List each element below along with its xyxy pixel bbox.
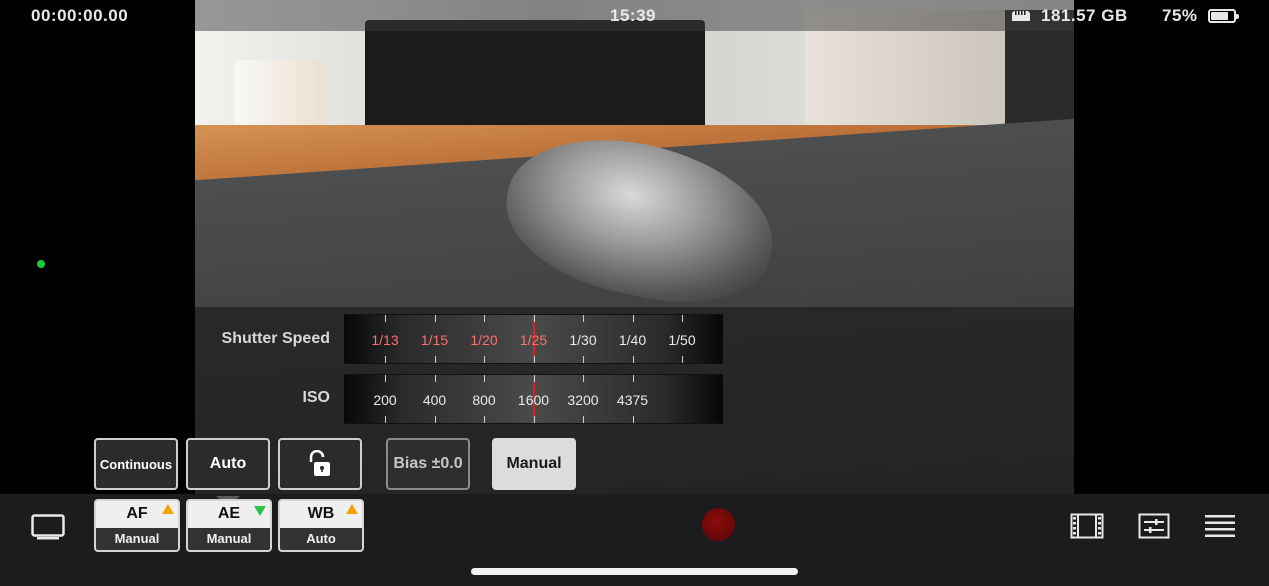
iso-value[interactable]: 1600	[512, 392, 556, 408]
shutter-speed-tick	[533, 315, 535, 322]
preview-monitor	[365, 20, 705, 140]
iso-tick	[434, 375, 436, 382]
ae-ok-icon	[254, 506, 266, 516]
timecode: 00:00:00.00	[31, 6, 129, 25]
wb-value: Auto	[280, 528, 362, 550]
clock: 15:39	[610, 6, 656, 25]
ae-value: Manual	[188, 528, 270, 550]
shutter-speed-tick	[682, 315, 683, 322]
shutter-speed-tick	[484, 315, 485, 322]
iso-tick	[385, 375, 386, 382]
iso-tick	[533, 416, 535, 423]
iso-value[interactable]: 800	[462, 392, 506, 408]
iso-value[interactable]: 3200	[561, 392, 605, 408]
battery-percentage: 75%	[1162, 6, 1198, 25]
film-strip-icon[interactable]	[1070, 513, 1104, 539]
iso-tick	[385, 416, 386, 423]
shutter-speed-value[interactable]: 1/30	[561, 332, 605, 348]
iso-tick	[632, 416, 634, 423]
record-button[interactable]	[702, 508, 735, 541]
manual-button[interactable]: Manual	[492, 438, 576, 490]
iso-label: ISO	[302, 389, 330, 406]
exposure-lock-button[interactable]	[278, 438, 362, 490]
iso-dial[interactable]: 200 400 800 1600 3200 4375	[344, 374, 723, 424]
shutter-speed-tick	[583, 356, 584, 363]
shutter-speed-value[interactable]: 1/13	[363, 332, 407, 348]
shutter-speed-value[interactable]: 1/25	[512, 332, 556, 348]
shutter-speed-tick	[632, 356, 634, 363]
shutter-speed-label: Shutter Speed	[221, 330, 330, 347]
shutter-speed-tick	[583, 315, 584, 322]
iso-tick	[632, 375, 634, 382]
wb-warning-icon	[346, 504, 358, 514]
home-indicator[interactable]	[471, 568, 798, 575]
sd-card-icon	[1012, 11, 1030, 21]
unlock-icon	[309, 450, 330, 476]
storage-remaining: 181.57 GB	[1041, 6, 1128, 25]
shutter-speed-tick	[484, 356, 485, 363]
shutter-speed-value[interactable]: 1/40	[611, 332, 655, 348]
iso-tick	[484, 416, 485, 423]
focus-mode-button[interactable]: Continuous	[94, 438, 178, 490]
iso-tick	[434, 416, 436, 423]
shutter-speed-tick	[682, 356, 683, 363]
status-indicator-dot	[37, 260, 45, 268]
ae-mode-button[interactable]: AE Manual	[186, 499, 272, 552]
shutter-speed-tick	[632, 315, 634, 322]
shutter-speed-value[interactable]: 1/15	[413, 332, 457, 348]
iso-tick	[533, 375, 535, 382]
battery-icon	[1208, 9, 1239, 23]
shutter-speed-tick	[533, 356, 535, 363]
shutter-speed-tick	[385, 356, 386, 363]
shutter-speed-value[interactable]: 1/50	[660, 332, 704, 348]
wb-mode-button[interactable]: WB Auto	[278, 499, 364, 552]
shutter-speed-tick	[385, 315, 386, 322]
shutter-speed-tick	[434, 356, 436, 363]
iso-value[interactable]: 400	[413, 392, 457, 408]
af-warning-icon	[162, 504, 174, 514]
menu-icon[interactable]	[1204, 514, 1236, 538]
iso-value[interactable]: 4375	[611, 392, 655, 408]
af-value: Manual	[96, 528, 178, 550]
af-mode-button[interactable]: AF Manual	[94, 499, 180, 552]
iso-tick	[583, 416, 584, 423]
exposure-mode-button[interactable]: Auto	[186, 438, 270, 490]
sliders-icon[interactable]	[1138, 513, 1170, 539]
shutter-speed-value[interactable]: 1/20	[462, 332, 506, 348]
iso-value[interactable]: 200	[363, 392, 407, 408]
iso-tick	[484, 375, 485, 382]
shutter-speed-dial[interactable]: 1/13 1/15 1/20 1/25 1/30 1/40 1/50	[344, 314, 723, 364]
monitor-icon[interactable]	[31, 514, 65, 540]
battery-level	[1211, 12, 1228, 20]
shutter-speed-tick	[434, 315, 436, 322]
exposure-bias-button[interactable]: Bias ±0.0	[386, 438, 470, 490]
iso-tick	[583, 375, 584, 382]
